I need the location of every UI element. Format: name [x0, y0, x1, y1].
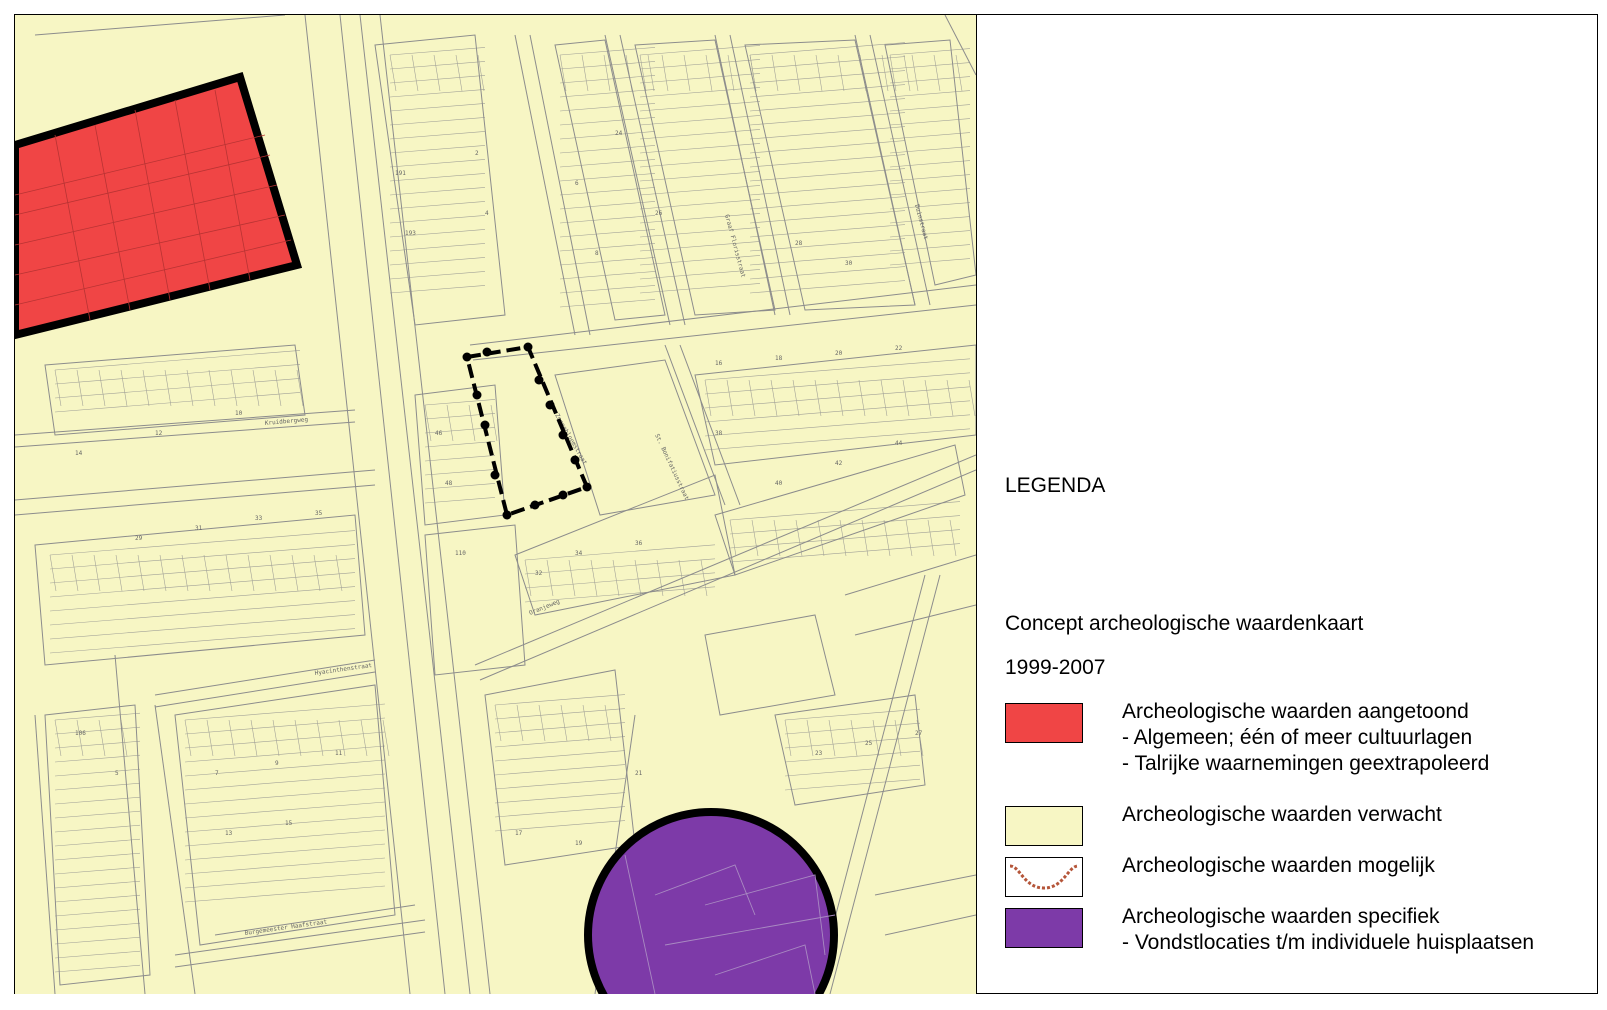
parcel-number: 12	[155, 430, 163, 437]
boundary-node	[570, 455, 580, 465]
parcel-number: 32	[535, 570, 543, 577]
boundary-node	[462, 352, 472, 362]
parcel-number: 2	[475, 150, 479, 157]
legend-note: - Vondstlocaties t/m individuele huispla…	[1122, 931, 1535, 954]
parcel-number: 22	[895, 345, 903, 352]
parcel-number: 106	[75, 730, 86, 737]
boundary-node	[558, 490, 568, 500]
parcel-number: 4	[485, 210, 489, 217]
legend-label: Archeologische waarden verwacht	[1122, 803, 1442, 826]
parcel-number: 26	[655, 210, 663, 217]
legend-note: - Algemeen; één of meer cultuurlagen	[1122, 726, 1473, 749]
legend-text-aangetoond: Archeologische waarden aangetoond - Alge…	[1122, 699, 1489, 777]
boundary-node	[482, 347, 492, 357]
parcel-number: 38	[715, 430, 723, 437]
legend-label: Archeologische waarden aangetoond	[1122, 700, 1469, 723]
parcel-number: 14	[75, 450, 83, 457]
legend-note: - Talrijke waarnemingen geextrapoleerd	[1122, 752, 1490, 775]
parcel-number: 31	[195, 525, 203, 532]
parcel-number: 24	[615, 130, 623, 137]
parcel-number: 19	[575, 840, 583, 847]
parcel-number: 48	[445, 480, 453, 487]
parcel-number: 35	[315, 510, 323, 517]
parcel-number: 25	[865, 740, 873, 747]
parcel-number: 23	[815, 750, 823, 757]
parcel-number: 17	[515, 830, 523, 837]
map-period: 1999-2007	[1005, 656, 1106, 679]
boundary-node	[490, 470, 500, 480]
legend-swatch-specifiek	[1005, 908, 1083, 948]
boundary-node	[472, 390, 482, 400]
map-panel[interactable]: KortewegKruidbergwegHyacinthenstraatBurg…	[15, 15, 976, 994]
map-canvas[interactable]: KortewegKruidbergwegHyacinthenstraatBurg…	[15, 15, 976, 994]
map-title: Concept archeologische waardenkaart	[1005, 612, 1364, 635]
boundary-node	[558, 430, 568, 440]
parcel-number: 42	[835, 460, 843, 467]
legend-label: Archeologische waarden mogelijk	[1122, 854, 1435, 877]
legend-swatch-verwacht	[1005, 806, 1083, 846]
parcel-number: 9	[275, 760, 279, 767]
legend-text-mogelijk: Archeologische waarden mogelijk	[1122, 853, 1435, 879]
legend-swatch-mogelijk	[1005, 857, 1083, 897]
parcel-number: 46	[435, 430, 443, 437]
legend-text-specifiek: Archeologische waarden specifiek - Vonds…	[1122, 904, 1534, 956]
legend-heading: LEGENDA	[1005, 474, 1106, 497]
parcel-number: 29	[135, 535, 143, 542]
parcel-number: 110	[455, 550, 466, 557]
parcel-number: 33	[255, 515, 263, 522]
boundary-node	[502, 510, 512, 520]
parcel-number: 18	[775, 355, 783, 362]
parcel-number: 28	[795, 240, 803, 247]
parcel-number: 6	[575, 180, 579, 187]
parcel-number: 40	[775, 480, 783, 487]
boundary-node	[480, 420, 490, 430]
parcel-number: 191	[395, 170, 406, 177]
wave-pattern-icon	[1009, 864, 1079, 890]
parcel-number: 7	[215, 770, 219, 777]
parcel-number: 21	[635, 770, 643, 777]
boundary-node	[530, 500, 540, 510]
legend-swatch-aangetoond	[1005, 703, 1083, 743]
boundary-node	[582, 482, 592, 492]
parcel-number: 193	[405, 230, 416, 237]
parcel-number: 5	[115, 770, 119, 777]
panel-divider	[976, 14, 977, 994]
boundary-node	[545, 400, 555, 410]
parcel-number: 36	[635, 540, 643, 547]
parcel-number: 20	[835, 350, 843, 357]
parcel-number: 11	[335, 750, 343, 757]
parcel-number: 30	[845, 260, 853, 267]
parcel-number: 15	[285, 820, 293, 827]
parcel-number: 34	[575, 550, 583, 557]
parcel-number: 10	[235, 410, 243, 417]
parcel-number: 27	[915, 730, 923, 737]
parcel-number: 13	[225, 830, 233, 837]
parcel-number: 16	[715, 360, 723, 367]
legend-label: Archeologische waarden specifiek	[1122, 905, 1440, 928]
parcel-number: 8	[595, 250, 599, 257]
legend-text-verwacht: Archeologische waarden verwacht	[1122, 802, 1442, 828]
boundary-node	[523, 342, 533, 352]
boundary-node	[534, 375, 544, 385]
parcel-number: 44	[895, 440, 903, 447]
